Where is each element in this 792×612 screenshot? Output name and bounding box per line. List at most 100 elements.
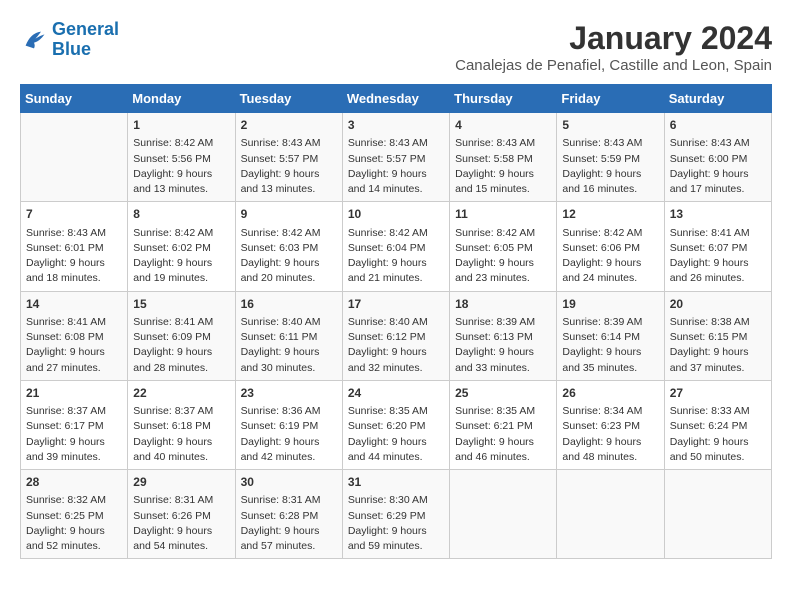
day-number: 10: [348, 206, 444, 223]
day-info: Sunrise: 8:38 AM Sunset: 6:15 PM Dayligh…: [670, 315, 766, 376]
calendar-cell: 2 Sunrise: 8:43 AM Sunset: 5:57 PM Daylig…: [235, 113, 342, 202]
day-info: Sunrise: 8:35 AM Sunset: 6:20 PM Dayligh…: [348, 404, 444, 465]
calendar-cell: 7 Sunrise: 8:43 AM Sunset: 6:01 PM Daylig…: [21, 202, 128, 291]
day-number: 8: [133, 206, 229, 223]
day-info: Sunrise: 8:37 AM Sunset: 6:17 PM Dayligh…: [26, 404, 122, 465]
day-number: 27: [670, 385, 766, 402]
calendar-cell: 29 Sunrise: 8:31 AM Sunset: 6:26 PM Dayli…: [128, 470, 235, 559]
calendar-cell: 26Sunrise: 8:34 AM Sunset: 6:23 PM Dayli…: [557, 380, 664, 469]
day-number: 6: [670, 117, 766, 134]
page-header: General Blue January 2024 Canalejas de P…: [20, 20, 772, 74]
day-info: Sunrise: 8:42 AM Sunset: 6:05 PM Dayligh…: [455, 226, 551, 287]
calendar-cell: 6 Sunrise: 8:43 AM Sunset: 6:00 PM Daylig…: [664, 113, 771, 202]
day-number: 18: [455, 296, 551, 313]
calendar-cell: 28 Sunrise: 8:32 AM Sunset: 6:25 PM Dayli…: [21, 470, 128, 559]
calendar-cell: 13 Sunrise: 8:41 AM Sunset: 6:07 PM Dayli…: [664, 202, 771, 291]
day-info: Sunrise: 8:42 AM Sunset: 6:02 PM Dayligh…: [133, 226, 229, 287]
day-number: 29: [133, 474, 229, 491]
header-day-wednesday: Wednesday: [342, 85, 449, 113]
day-info: Sunrise: 8:43 AM Sunset: 6:00 PM Dayligh…: [670, 136, 766, 197]
calendar-cell: 9Sunrise: 8:42 AM Sunset: 6:03 PM Daylig…: [235, 202, 342, 291]
calendar-cell: 8 Sunrise: 8:42 AM Sunset: 6:02 PM Daylig…: [128, 202, 235, 291]
calendar-cell: 18 Sunrise: 8:39 AM Sunset: 6:13 PM Dayli…: [450, 291, 557, 380]
calendar-cell: 21 Sunrise: 8:37 AM Sunset: 6:17 PM Dayli…: [21, 380, 128, 469]
calendar-cell: 25 Sunrise: 8:35 AM Sunset: 6:21 PM Dayli…: [450, 380, 557, 469]
calendar-cell: [450, 470, 557, 559]
day-number: 7: [26, 206, 122, 223]
day-info: Sunrise: 8:40 AM Sunset: 6:12 PM Dayligh…: [348, 315, 444, 376]
logo: General Blue: [20, 20, 119, 60]
day-info: Sunrise: 8:34 AM Sunset: 6:23 PM Dayligh…: [562, 404, 658, 465]
calendar-week-row: 21 Sunrise: 8:37 AM Sunset: 6:17 PM Dayli…: [21, 380, 772, 469]
calendar-week-row: 28 Sunrise: 8:32 AM Sunset: 6:25 PM Dayli…: [21, 470, 772, 559]
calendar-cell: 12Sunrise: 8:42 AM Sunset: 6:06 PM Dayli…: [557, 202, 664, 291]
day-info: Sunrise: 8:42 AM Sunset: 6:03 PM Dayligh…: [241, 226, 337, 287]
day-number: 13: [670, 206, 766, 223]
header-day-saturday: Saturday: [664, 85, 771, 113]
calendar-cell: 27Sunrise: 8:33 AM Sunset: 6:24 PM Dayli…: [664, 380, 771, 469]
day-info: Sunrise: 8:41 AM Sunset: 6:07 PM Dayligh…: [670, 226, 766, 287]
day-info: Sunrise: 8:39 AM Sunset: 6:13 PM Dayligh…: [455, 315, 551, 376]
day-info: Sunrise: 8:43 AM Sunset: 5:58 PM Dayligh…: [455, 136, 551, 197]
calendar-cell: 22 Sunrise: 8:37 AM Sunset: 6:18 PM Dayli…: [128, 380, 235, 469]
calendar-cell: 11 Sunrise: 8:42 AM Sunset: 6:05 PM Dayli…: [450, 202, 557, 291]
day-number: 25: [455, 385, 551, 402]
location-title: Canalejas de Penafiel, Castille and Leon…: [455, 57, 772, 74]
calendar-cell: 14 Sunrise: 8:41 AM Sunset: 6:08 PM Dayli…: [21, 291, 128, 380]
calendar-cell: 16Sunrise: 8:40 AM Sunset: 6:11 PM Dayli…: [235, 291, 342, 380]
header-day-sunday: Sunday: [21, 85, 128, 113]
day-number: 19: [562, 296, 658, 313]
calendar-cell: [21, 113, 128, 202]
logo-text: General Blue: [52, 20, 119, 60]
day-info: Sunrise: 8:42 AM Sunset: 5:56 PM Dayligh…: [133, 136, 229, 197]
day-number: 16: [241, 296, 337, 313]
day-number: 21: [26, 385, 122, 402]
day-info: Sunrise: 8:42 AM Sunset: 6:06 PM Dayligh…: [562, 226, 658, 287]
calendar-week-row: 7 Sunrise: 8:43 AM Sunset: 6:01 PM Daylig…: [21, 202, 772, 291]
day-number: 15: [133, 296, 229, 313]
title-block: January 2024 Canalejas de Penafiel, Cast…: [455, 20, 772, 74]
calendar-cell: 20 Sunrise: 8:38 AM Sunset: 6:15 PM Dayli…: [664, 291, 771, 380]
day-number: 22: [133, 385, 229, 402]
day-number: 14: [26, 296, 122, 313]
calendar-cell: 23 Sunrise: 8:36 AM Sunset: 6:19 PM Dayli…: [235, 380, 342, 469]
calendar-cell: 19 Sunrise: 8:39 AM Sunset: 6:14 PM Dayli…: [557, 291, 664, 380]
day-info: Sunrise: 8:39 AM Sunset: 6:14 PM Dayligh…: [562, 315, 658, 376]
day-number: 23: [241, 385, 337, 402]
day-number: 11: [455, 206, 551, 223]
calendar-cell: 31Sunrise: 8:30 AM Sunset: 6:29 PM Dayli…: [342, 470, 449, 559]
day-number: 3: [348, 117, 444, 134]
logo-icon: [20, 26, 48, 54]
calendar-cell: 4Sunrise: 8:43 AM Sunset: 5:58 PM Daylig…: [450, 113, 557, 202]
calendar-cell: 5Sunrise: 8:43 AM Sunset: 5:59 PM Daylig…: [557, 113, 664, 202]
day-info: Sunrise: 8:42 AM Sunset: 6:04 PM Dayligh…: [348, 226, 444, 287]
day-info: Sunrise: 8:32 AM Sunset: 6:25 PM Dayligh…: [26, 493, 122, 554]
day-number: 5: [562, 117, 658, 134]
day-info: Sunrise: 8:43 AM Sunset: 5:57 PM Dayligh…: [241, 136, 337, 197]
day-info: Sunrise: 8:43 AM Sunset: 5:57 PM Dayligh…: [348, 136, 444, 197]
day-number: 24: [348, 385, 444, 402]
day-info: Sunrise: 8:36 AM Sunset: 6:19 PM Dayligh…: [241, 404, 337, 465]
calendar-cell: [557, 470, 664, 559]
calendar-cell: [664, 470, 771, 559]
day-info: Sunrise: 8:31 AM Sunset: 6:28 PM Dayligh…: [241, 493, 337, 554]
day-number: 17: [348, 296, 444, 313]
day-number: 2: [241, 117, 337, 134]
calendar-cell: 1Sunrise: 8:42 AM Sunset: 5:56 PM Daylig…: [128, 113, 235, 202]
calendar-cell: 24 Sunrise: 8:35 AM Sunset: 6:20 PM Dayli…: [342, 380, 449, 469]
day-info: Sunrise: 8:41 AM Sunset: 6:08 PM Dayligh…: [26, 315, 122, 376]
day-number: 20: [670, 296, 766, 313]
day-info: Sunrise: 8:31 AM Sunset: 6:26 PM Dayligh…: [133, 493, 229, 554]
month-title: January 2024: [455, 20, 772, 57]
day-number: 31: [348, 474, 444, 491]
day-number: 28: [26, 474, 122, 491]
day-info: Sunrise: 8:43 AM Sunset: 6:01 PM Dayligh…: [26, 226, 122, 287]
day-info: Sunrise: 8:41 AM Sunset: 6:09 PM Dayligh…: [133, 315, 229, 376]
calendar-week-row: 14 Sunrise: 8:41 AM Sunset: 6:08 PM Dayli…: [21, 291, 772, 380]
day-info: Sunrise: 8:35 AM Sunset: 6:21 PM Dayligh…: [455, 404, 551, 465]
calendar-table: SundayMondayTuesdayWednesdayThursdayFrid…: [20, 84, 772, 559]
day-info: Sunrise: 8:37 AM Sunset: 6:18 PM Dayligh…: [133, 404, 229, 465]
calendar-header-row: SundayMondayTuesdayWednesdayThursdayFrid…: [21, 85, 772, 113]
calendar-cell: 3 Sunrise: 8:43 AM Sunset: 5:57 PM Daylig…: [342, 113, 449, 202]
calendar-cell: 17 Sunrise: 8:40 AM Sunset: 6:12 PM Dayli…: [342, 291, 449, 380]
